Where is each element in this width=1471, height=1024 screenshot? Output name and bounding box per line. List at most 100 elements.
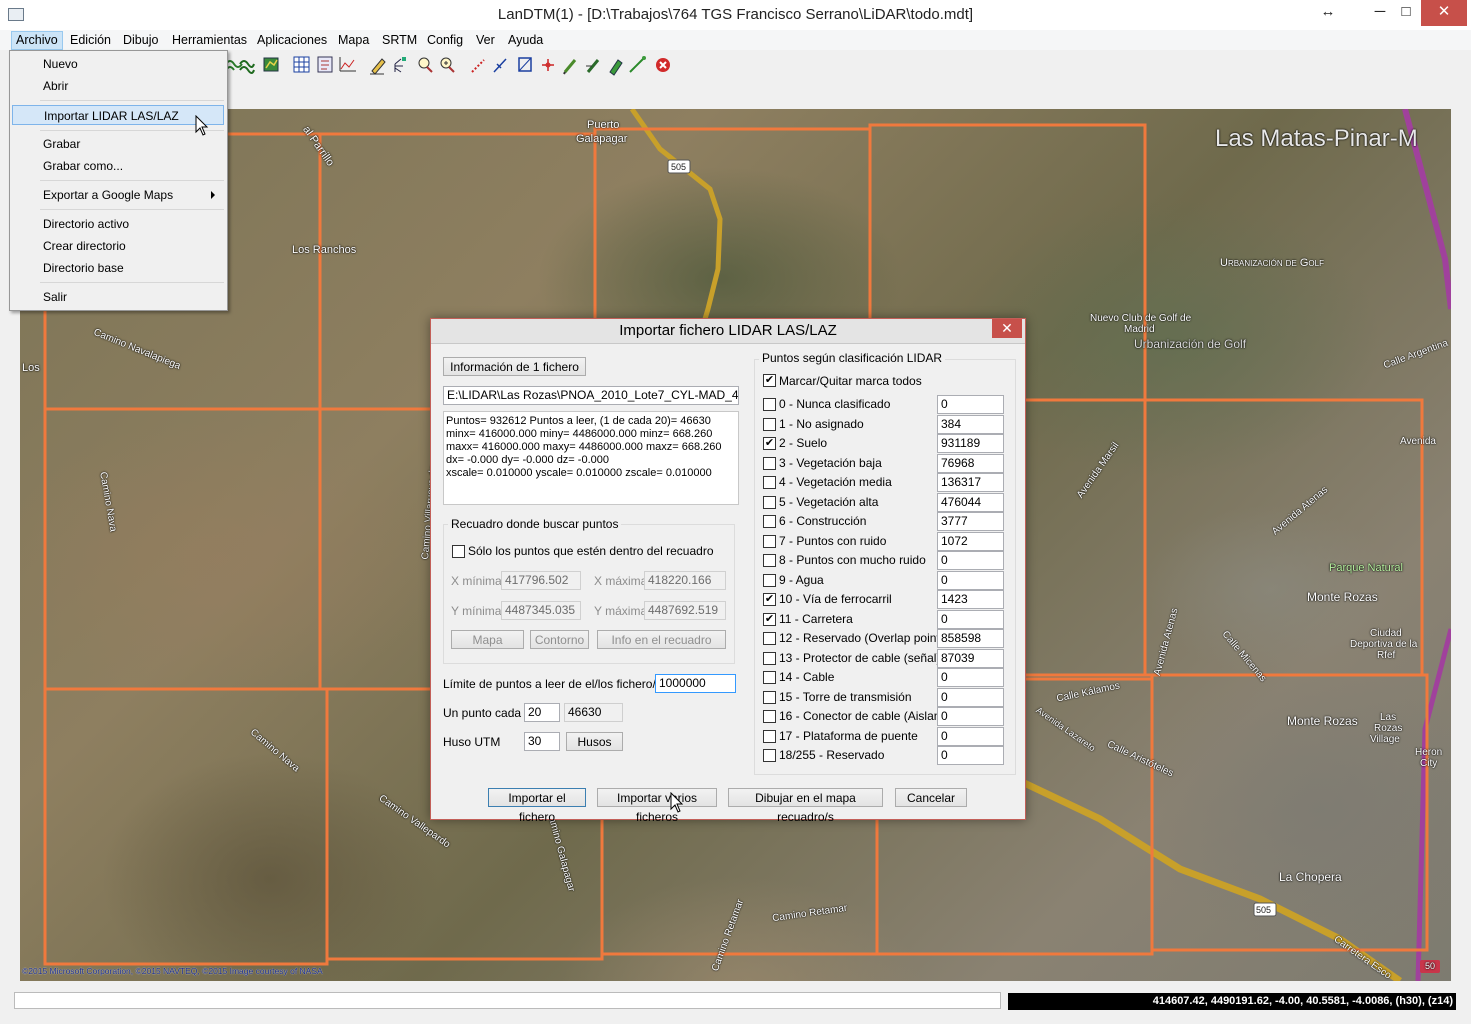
menu-herramientas[interactable]: Herramientas <box>168 32 251 49</box>
class-checkbox[interactable] <box>763 651 776 665</box>
tree-icon[interactable] <box>394 57 406 73</box>
menu-aplicaciones[interactable]: Aplicaciones <box>253 32 331 49</box>
class-count-field[interactable]: 3777 <box>937 512 1004 531</box>
class-count-field[interactable]: 858598 <box>937 629 1004 648</box>
zoom-icon[interactable] <box>418 57 433 73</box>
maximize-button[interactable]: □ <box>1386 0 1426 26</box>
menu-item-importar-lidar[interactable]: Importar LIDAR LAS/LAZ <box>12 105 224 125</box>
class-checkbox[interactable] <box>763 495 776 509</box>
line-icon[interactable] <box>471 59 485 73</box>
crop-icon[interactable] <box>518 57 532 72</box>
class-count-field[interactable]: 0 <box>937 746 1004 765</box>
menu-mapa[interactable]: Mapa <box>334 32 373 49</box>
menu-srtm[interactable]: SRTM <box>378 32 421 49</box>
huso-field[interactable]: 30 <box>524 732 560 751</box>
menu-ver[interactable]: Ver <box>472 32 499 49</box>
menu-edicion[interactable]: Edición <box>66 32 115 49</box>
class-count-field[interactable]: 0 <box>937 551 1004 570</box>
class-checkbox[interactable]: ✔ <box>763 437 776 450</box>
info-file-button[interactable]: Información de 1 fichero <box>443 357 586 376</box>
menu-item-abrir[interactable]: Abrir <box>12 76 224 96</box>
import-file-button[interactable]: Importar el fichero <box>488 788 586 824</box>
map-button[interactable]: Mapa <box>451 630 524 649</box>
ymax-field[interactable]: 4487692.519 <box>644 601 726 620</box>
dialog-close-button[interactable]: ✕ <box>992 319 1022 338</box>
class-count-field[interactable]: 1072 <box>937 531 1004 551</box>
class-count-field[interactable]: 76968 <box>937 453 1004 473</box>
class-checkbox[interactable] <box>763 398 776 411</box>
limit-field[interactable]: 1000000 <box>655 674 736 693</box>
class-count-field[interactable]: 0 <box>937 570 1004 590</box>
class-checkbox[interactable] <box>763 456 776 470</box>
class-checkbox[interactable]: ✔ <box>763 593 776 606</box>
class-count-field[interactable]: 384 <box>937 414 1004 434</box>
class-count-field[interactable]: 136317 <box>937 473 1004 492</box>
grid-icon[interactable] <box>293 56 310 73</box>
menu-dibujo[interactable]: Dibujo <box>119 32 162 49</box>
mark-all-checkbox[interactable]: ✔ <box>763 374 776 387</box>
menu-item-exportar-google-maps[interactable]: Exportar a Google Maps <box>12 185 224 205</box>
menu-item-salir[interactable]: Salir <box>12 287 224 307</box>
class-count-field[interactable]: 0 <box>937 668 1004 687</box>
measure-icon[interactable] <box>493 58 507 73</box>
profile-icon[interactable] <box>339 57 356 72</box>
class-count-field[interactable]: 0 <box>937 687 1004 707</box>
class-checkbox[interactable] <box>763 417 776 431</box>
class-count-field[interactable]: 0 <box>937 395 1004 414</box>
every-field[interactable]: 20 <box>524 703 560 722</box>
class-count-field[interactable]: 1423 <box>937 590 1004 609</box>
class-checkbox[interactable] <box>763 710 776 723</box>
crosshair-icon[interactable] <box>542 59 554 71</box>
file-path-field[interactable]: E:\LIDAR\Las Rozas\PNOA_2010_Lote7_CYL-M… <box>443 386 739 405</box>
menu-item-grabar[interactable]: Grabar <box>12 134 224 154</box>
husos-button[interactable]: Husos <box>566 732 623 751</box>
brush-alt-icon[interactable] <box>586 59 600 73</box>
menu-item-directorio-activo[interactable]: Directorio activo <box>12 214 224 234</box>
class-count-field[interactable]: 0 <box>937 707 1004 726</box>
menu-ayuda[interactable]: Ayuda <box>504 32 547 49</box>
inside-box-checkbox[interactable] <box>452 545 465 558</box>
menu-item-crear-directorio[interactable]: Crear directorio <box>12 236 224 256</box>
draw-on-map-button[interactable]: Dibujar en el mapa recuadro/s <box>728 788 883 824</box>
class-count-field[interactable]: 931189 <box>937 434 1004 453</box>
contour-button[interactable]: Contorno <box>530 630 589 649</box>
zoom-plus-icon[interactable] <box>440 57 455 73</box>
menu-item-directorio-base[interactable]: Directorio base <box>12 258 224 278</box>
class-checkbox[interactable] <box>763 534 776 548</box>
class-checkbox[interactable] <box>763 515 776 528</box>
class-checkbox[interactable] <box>763 690 776 704</box>
menu-item-grabar-como[interactable]: Grabar como... <box>12 156 224 176</box>
menu-item-nuevo[interactable]: Nuevo <box>12 54 224 74</box>
pencil-icon[interactable] <box>370 58 386 75</box>
brush-icon[interactable] <box>563 59 577 75</box>
grid-edit-icon[interactable] <box>317 56 333 73</box>
ymin-field[interactable]: 4487345.035 <box>501 601 581 620</box>
class-count-field[interactable]: 0 <box>937 609 1004 629</box>
close-button[interactable]: ✕ <box>1421 0 1467 26</box>
menu-archivo[interactable]: Archivo <box>11 31 63 50</box>
class-checkbox[interactable] <box>763 476 776 489</box>
class-checkbox[interactable] <box>763 729 776 743</box>
class-count-field[interactable]: 476044 <box>937 492 1004 512</box>
map-color-icon[interactable] <box>263 57 279 72</box>
import-many-button[interactable]: Importar varios ficheros <box>597 788 717 824</box>
class-checkbox[interactable] <box>763 554 776 567</box>
class-count-field[interactable]: 0 <box>937 726 1004 746</box>
class-checkbox[interactable] <box>763 573 776 587</box>
contour-shaded-icon[interactable] <box>239 60 255 74</box>
cancel-button[interactable]: Cancelar <box>895 788 967 807</box>
restore-icon[interactable]: ↔ <box>1308 0 1348 26</box>
xmin-field[interactable]: 417796.502 <box>501 571 581 590</box>
stop-icon[interactable] <box>656 58 670 72</box>
class-checkbox[interactable] <box>763 749 776 762</box>
magic-icon[interactable] <box>629 56 646 73</box>
xmax-field[interactable]: 418220.166 <box>644 571 726 590</box>
menu-config[interactable]: Config <box>423 32 467 49</box>
class-checkbox[interactable] <box>763 632 776 645</box>
contour-icon[interactable] <box>225 60 243 71</box>
class-checkbox[interactable] <box>763 671 776 684</box>
class-checkbox[interactable]: ✔ <box>763 612 776 626</box>
pen-icon[interactable] <box>609 59 623 76</box>
class-count-field[interactable]: 87039 <box>937 648 1004 668</box>
info-box-button[interactable]: Info en el recuadro <box>597 630 726 649</box>
